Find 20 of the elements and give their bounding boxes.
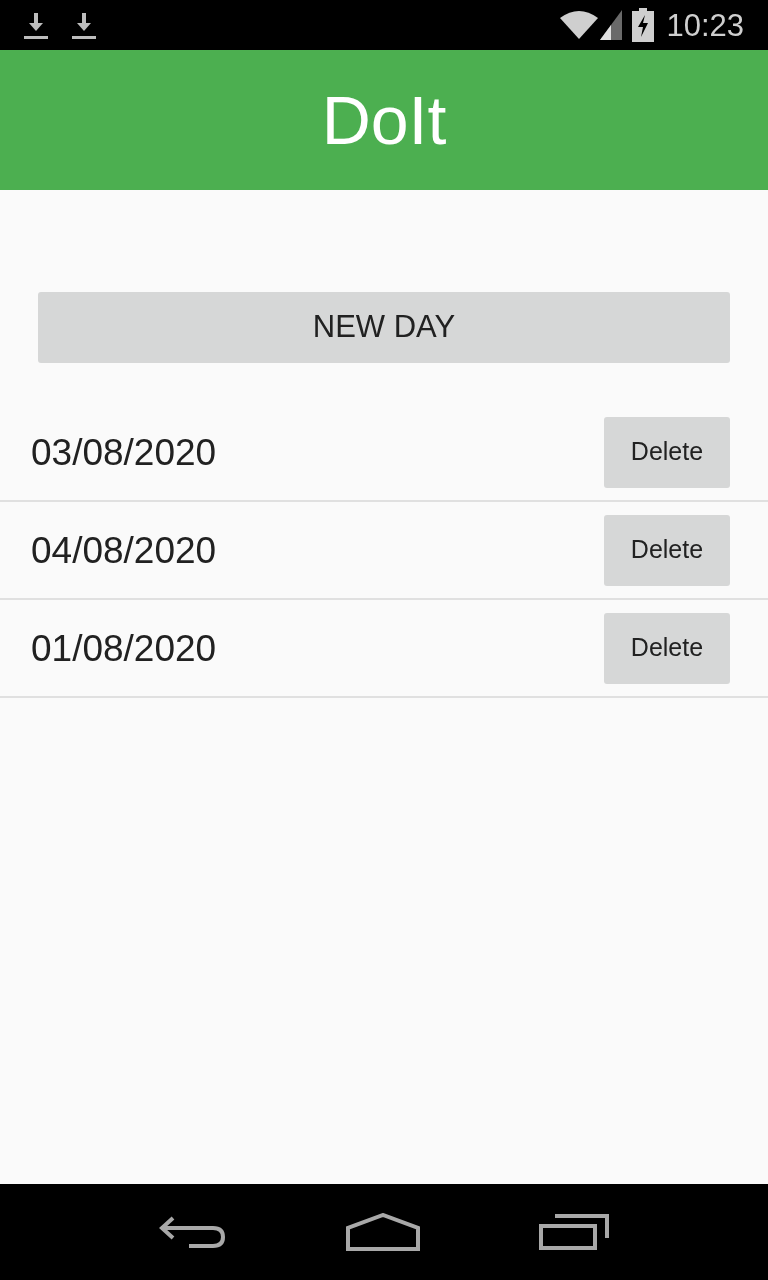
delete-button[interactable]: Delete bbox=[604, 612, 730, 684]
delete-button[interactable]: Delete bbox=[604, 416, 730, 488]
battery-icon bbox=[632, 8, 655, 42]
day-row[interactable]: 04/08/2020 Delete bbox=[0, 502, 768, 600]
day-row[interactable]: 03/08/2020 Delete bbox=[0, 404, 768, 502]
day-date: 01/08/2020 bbox=[31, 629, 217, 667]
delete-button[interactable]: Delete bbox=[604, 514, 730, 586]
app-title: DoIt bbox=[321, 86, 447, 154]
status-time: 10:23 bbox=[666, 9, 744, 41]
signal-icon bbox=[600, 10, 623, 40]
day-date: 03/08/2020 bbox=[31, 433, 217, 471]
wifi-icon bbox=[560, 11, 599, 39]
back-icon[interactable] bbox=[159, 1214, 228, 1250]
home-icon[interactable] bbox=[346, 1213, 420, 1251]
day-date: 04/08/2020 bbox=[31, 531, 217, 569]
download-icon bbox=[24, 11, 48, 39]
day-row[interactable]: 01/08/2020 Delete bbox=[0, 600, 768, 698]
recents-icon[interactable] bbox=[538, 1214, 609, 1250]
download-icon bbox=[72, 11, 96, 39]
new-day-button[interactable]: NEW DAY bbox=[38, 292, 730, 363]
